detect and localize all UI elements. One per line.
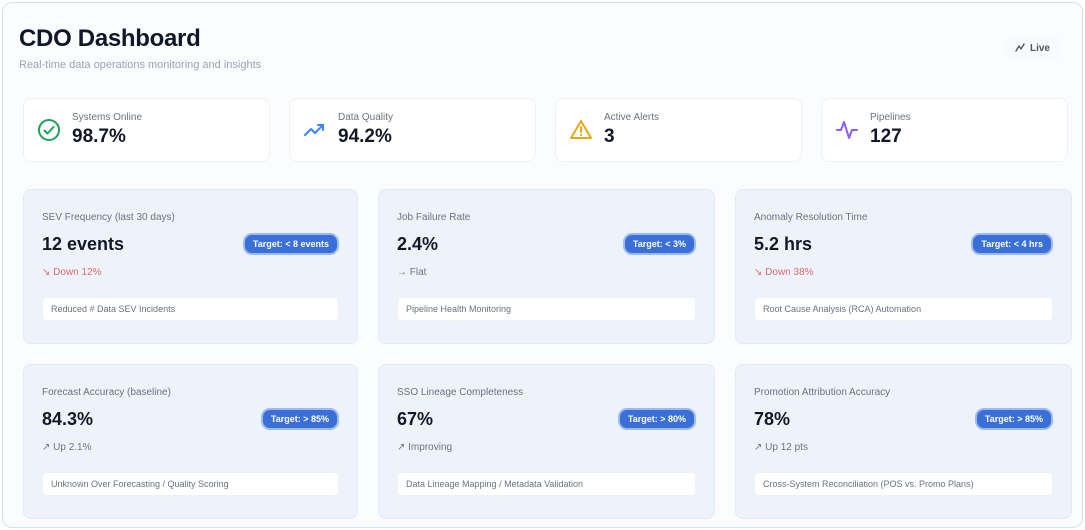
kpi-value: 3	[604, 126, 615, 147]
metric-card-forecast-accuracy[interactable]: Forecast Accuracy (baseline) 84.3% Targe…	[23, 364, 358, 519]
metric-card-promotion-attribution[interactable]: Promotion Attribution Accuracy 78% Targe…	[735, 364, 1072, 519]
kpi-label: Data Quality	[338, 112, 394, 123]
kpi-pipelines: Pipelines 127	[821, 98, 1068, 162]
card-value: 5.2 hrs	[754, 233, 813, 254]
page-subtitle: Real-time data operations monitoring and…	[19, 59, 262, 71]
target-badge: Target: < 8 events	[242, 233, 339, 255]
metric-grid: SEV Frequency (last 30 days) 12 events T…	[23, 189, 1072, 519]
dashboard-frame: CDO Dashboard Real-time data operations …	[2, 2, 1083, 528]
card-note: Data Lineage Mapping / Metadata Validati…	[397, 472, 696, 496]
card-note: Unknown Over Forecasting / Quality Scori…	[42, 472, 339, 496]
trend-indicator: ↗ Up 2.1%	[42, 442, 92, 453]
card-value: 84.3%	[42, 408, 94, 429]
trend-indicator: ↗ Improving	[397, 442, 453, 453]
kpi-label: Pipelines	[870, 112, 911, 123]
signal-icon	[1015, 43, 1025, 52]
card-note: Reduced # Data SEV Incidents	[42, 297, 339, 321]
card-label: Anomaly Resolution Time	[754, 212, 868, 223]
trend-indicator: ↗ Up 12 pts	[754, 442, 808, 453]
kpi-label: Active Alerts	[604, 112, 660, 123]
trend-indicator: ↘ Down 12%	[42, 267, 102, 278]
trend-indicator: → Flat	[397, 267, 427, 278]
kpi-active-alerts: Active Alerts 3	[555, 98, 802, 162]
card-label: SEV Frequency (last 30 days)	[42, 212, 175, 223]
page-title: CDO Dashboard	[19, 25, 201, 52]
target-badge: Target: < 3%	[622, 233, 696, 255]
live-button[interactable]: Live	[1004, 37, 1060, 59]
trend-indicator: ↘ Down 38%	[754, 267, 814, 278]
kpi-value: 127	[870, 126, 902, 147]
trending-up-icon	[302, 117, 328, 143]
target-badge: Target: > 85%	[974, 408, 1053, 430]
card-label: SSO Lineage Completeness	[397, 387, 524, 398]
card-label: Job Failure Rate	[397, 212, 471, 223]
live-label: Live	[1029, 42, 1050, 54]
kpi-value: 98.7%	[72, 126, 126, 147]
target-badge: Target: > 80%	[617, 408, 696, 430]
card-value: 78%	[754, 408, 791, 429]
kpi-data-quality: Data Quality 94.2%	[289, 98, 536, 162]
card-value: 12 events	[42, 233, 125, 254]
warning-triangle-icon	[568, 117, 594, 143]
card-note: Pipeline Health Monitoring	[397, 297, 696, 321]
kpi-systems-online: Systems Online 98.7%	[23, 98, 270, 162]
card-value: 2.4%	[397, 233, 439, 254]
header: CDO Dashboard Real-time data operations …	[19, 25, 261, 71]
card-value: 67%	[397, 408, 434, 429]
kpi-label: Systems Online	[72, 112, 143, 123]
metric-card-job-failure-rate[interactable]: Job Failure Rate 2.4% Target: < 3% → Fla…	[378, 189, 715, 344]
card-note: Root Cause Analysis (RCA) Automation	[754, 297, 1053, 321]
target-badge: Target: > 85%	[260, 408, 339, 430]
metric-card-lineage-completeness[interactable]: SSO Lineage Completeness 67% Target: > 8…	[378, 364, 715, 519]
card-label: Promotion Attribution Accuracy	[754, 387, 891, 398]
metric-card-sev-frequency[interactable]: SEV Frequency (last 30 days) 12 events T…	[23, 189, 358, 344]
check-circle-icon	[36, 117, 62, 143]
kpi-row: Systems Online 98.7% Data Quality 94.2%	[23, 98, 1068, 162]
card-label: Forecast Accuracy (baseline)	[42, 387, 171, 398]
card-note: Cross-System Reconciliation (POS vs. Pro…	[754, 472, 1053, 496]
activity-icon	[834, 117, 860, 143]
kpi-value: 94.2%	[338, 126, 392, 147]
target-badge: Target: < 4 hrs	[971, 233, 1053, 255]
metric-card-anomaly-resolution[interactable]: Anomaly Resolution Time 5.2 hrs Target: …	[735, 189, 1072, 344]
